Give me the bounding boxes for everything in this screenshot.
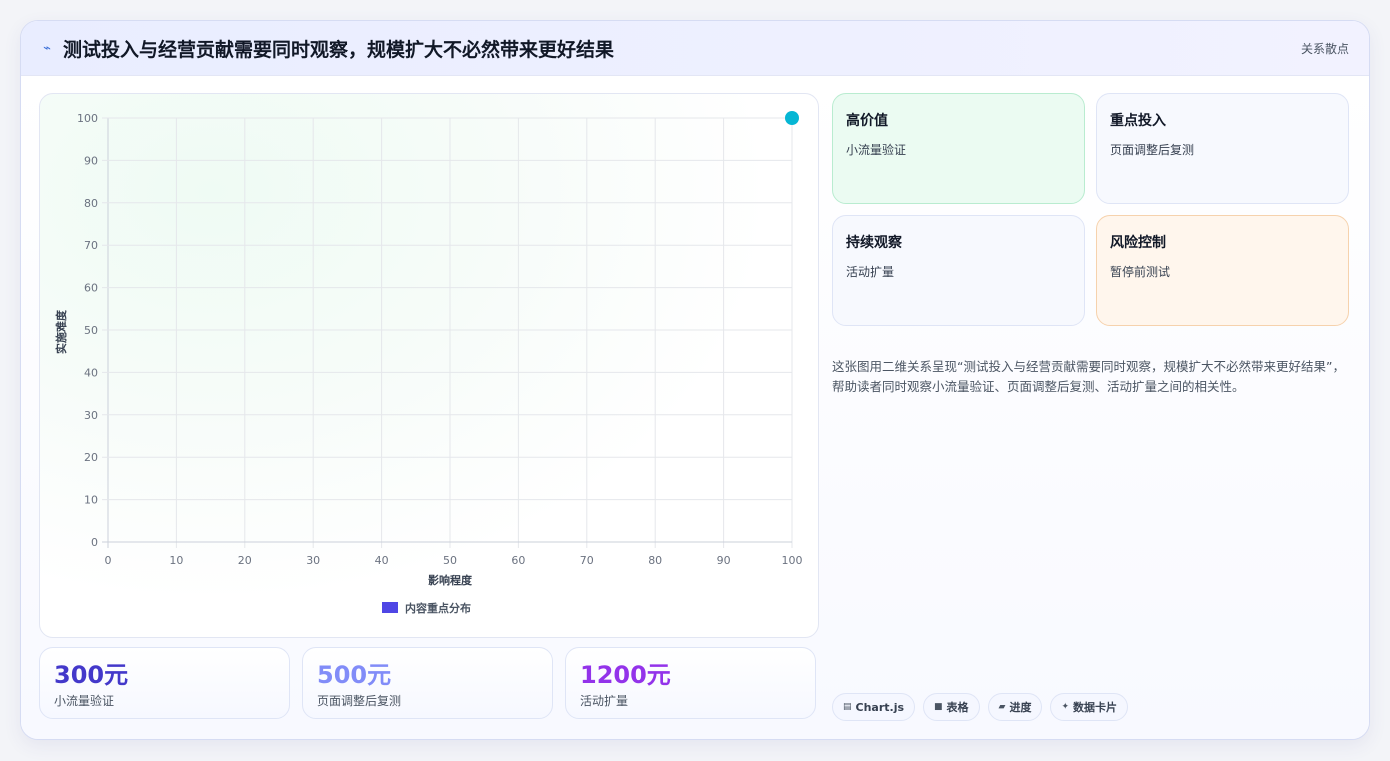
tool-chips: ▤ Chart.js ■ 表格 ▰ 进度 ✦ 数据卡片: [832, 693, 1129, 721]
x-tick-label: 70: [580, 554, 594, 567]
chart-description: 这张图用二维关系呈现“测试投入与经营贡献需要同时观察，规模扩大不必然带来更好结果…: [832, 359, 1345, 394]
x-tick-label: 0: [105, 554, 112, 567]
x-tick-label: 90: [717, 554, 731, 567]
y-tick-label: 90: [84, 154, 98, 167]
stat-card-2: 500元 页面调整后复测: [302, 647, 553, 719]
quadrant-high-value: 高价值 小流量验证: [832, 93, 1085, 204]
stat-value: 1200元: [580, 661, 671, 689]
chip-label: Chart.js: [855, 700, 905, 714]
x-tick-label: 60: [511, 554, 525, 567]
x-tick-label: 80: [648, 554, 662, 567]
grid-layer: [102, 117, 793, 548]
legend-swatch: [382, 602, 398, 613]
table-icon: ■: [934, 702, 943, 712]
y-tick-label: 60: [84, 282, 98, 295]
legend[interactable]: 内容重点分布: [382, 601, 471, 615]
chip-label: 表格: [946, 701, 969, 714]
x-tick-label: 10: [169, 554, 183, 567]
quadrant-title: 风险控制: [1110, 235, 1166, 251]
sparkle-icon: ✦: [1061, 702, 1070, 712]
quadrant-key-investment: 重点投入 页面调整后复测: [1096, 93, 1349, 204]
stat-card-3: 1200元 活动扩量: [565, 647, 816, 719]
page-title: 测试投入与经营贡献需要同时观察，规模扩大不必然带来更好结果: [63, 38, 615, 61]
stat-label: 活动扩量: [580, 694, 629, 708]
stat-value: 500元: [317, 661, 392, 689]
quadrant-subtitle: 活动扩量: [846, 265, 895, 279]
quadrant-subtitle: 小流量验证: [846, 143, 907, 157]
x-tick-label: 40: [375, 554, 389, 567]
progress-icon: ▰: [998, 702, 1006, 712]
stat-card-1: 300元 小流量验证: [39, 647, 290, 719]
trend-icon: ⌁: [43, 40, 51, 56]
card-header: ⌁ 测试投入与经营贡献需要同时观察，规模扩大不必然带来更好结果 关系散点: [21, 21, 1369, 76]
x-tick-label: 30: [306, 554, 320, 567]
y-tick-label: 20: [84, 451, 98, 464]
card-body: 0 10 20 30 40 50 60 70 80 90 100 0 10 20 30 40 50 60 70 80 9…: [21, 76, 1369, 739]
x-axis-title: 影响程度: [428, 573, 473, 587]
chart-type-tag: 关系散点: [1300, 41, 1349, 56]
scatter-point[interactable]: [785, 111, 799, 125]
chip-progress[interactable]: ▰ 进度: [987, 693, 1043, 721]
chip-label: 进度: [1009, 701, 1032, 714]
y-tick-label: 70: [84, 239, 98, 252]
y-tick-label: 40: [84, 366, 98, 379]
chip-label: 数据卡片: [1073, 701, 1118, 714]
y-tick-label: 50: [84, 324, 98, 337]
x-tick-label: 20: [238, 554, 252, 567]
x-tick-label: 50: [443, 554, 457, 567]
quadrant-subtitle: 暂停前测试: [1110, 265, 1171, 279]
y-tick-label: 10: [84, 494, 98, 507]
y-axis-title: 实施难度: [54, 309, 68, 354]
quadrant-keep-watching: 持续观察 活动扩量: [832, 215, 1085, 326]
y-tick-label: 0: [91, 536, 98, 549]
stat-label: 小流量验证: [54, 694, 115, 708]
header-left: ⌁ 测试投入与经营贡献需要同时观察，规模扩大不必然带来更好结果: [41, 35, 614, 62]
chip-table[interactable]: ■ 表格: [923, 693, 980, 721]
quadrant-subtitle: 页面调整后复测: [1110, 143, 1195, 157]
chart-panel: 0 10 20 30 40 50 60 70 80 90 100 0 10 20 30 40 50 60 70 80 9…: [39, 93, 819, 638]
quadrant-title: 重点投入: [1110, 113, 1166, 129]
stat-label: 页面调整后复测: [317, 694, 402, 708]
main-card: ⌁ 测试投入与经营贡献需要同时观察，规模扩大不必然带来更好结果 关系散点 0 10…: [20, 20, 1370, 740]
y-tick-label: 80: [84, 197, 98, 210]
chart-icon: ▤: [843, 702, 852, 712]
chip-chartjs[interactable]: ▤ Chart.js: [832, 693, 916, 721]
quadrant-title: 高价值: [846, 113, 888, 129]
x-tick-label: 100: [782, 554, 803, 567]
tick-layer: 0 10 20 30 40 50 60 70 80 90 100 0 10 20 30 40 50 60 70 80 9…: [77, 112, 803, 567]
legend-label: 内容重点分布: [405, 601, 471, 615]
chip-data-card[interactable]: ✦ 数据卡片: [1050, 693, 1129, 721]
y-tick-label: 100: [77, 112, 98, 125]
quadrant-risk-control: 风险控制 暂停前测试: [1096, 215, 1349, 326]
scatter-chart: 0 10 20 30 40 50 60 70 80 90 100 0 10 20 30 40 50 60 70 80 9…: [54, 111, 803, 615]
stat-value: 300元: [54, 661, 129, 689]
y-tick-label: 30: [84, 409, 98, 422]
quadrant-title: 持续观察: [846, 235, 902, 251]
point-layer: [785, 111, 799, 125]
